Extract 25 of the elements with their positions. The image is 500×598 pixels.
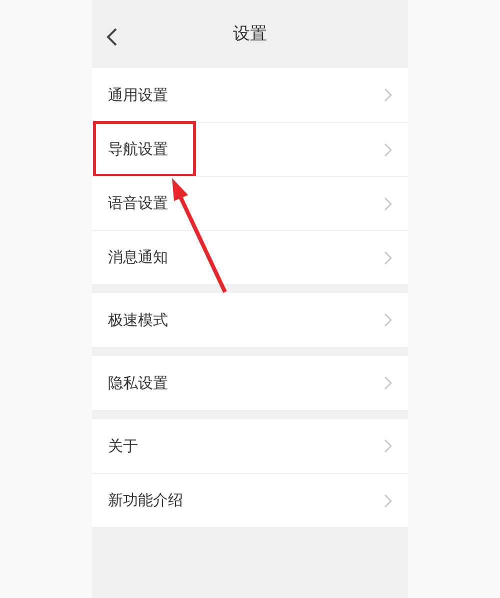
row-label: 语音设置 [108,193,168,214]
chevron-right-icon [384,494,392,508]
back-icon[interactable] [106,28,118,46]
chevron-right-icon [384,376,392,390]
row-label: 新功能介绍 [108,490,183,512]
row-label: 通用设置 [108,84,168,106]
row-label: 关于 [108,436,138,457]
chevron-right-icon [384,250,392,264]
settings-row[interactable]: 新功能介绍 [92,473,408,527]
chevron-right-icon [384,313,392,327]
row-label: 隐私设置 [108,372,168,394]
chevron-right-icon [384,439,392,453]
settings-row[interactable]: 极速模式 [92,293,408,347]
row-label: 消息通知 [108,247,168,268]
row-label: 极速模式 [108,310,168,331]
settings-row[interactable]: 关于 [92,419,408,473]
settings-row[interactable]: 隐私设置 [92,356,408,410]
chevron-right-icon [384,142,392,156]
row-label: 导航设置 [108,139,168,160]
chevron-right-icon [384,196,392,210]
settings-row[interactable]: 消息通知 [92,230,408,284]
settings-row[interactable]: 导航设置 [92,122,408,176]
page-title: 设置 [233,23,267,46]
chevron-right-icon [384,88,392,102]
settings-row[interactable]: 通用设置 [92,68,408,122]
